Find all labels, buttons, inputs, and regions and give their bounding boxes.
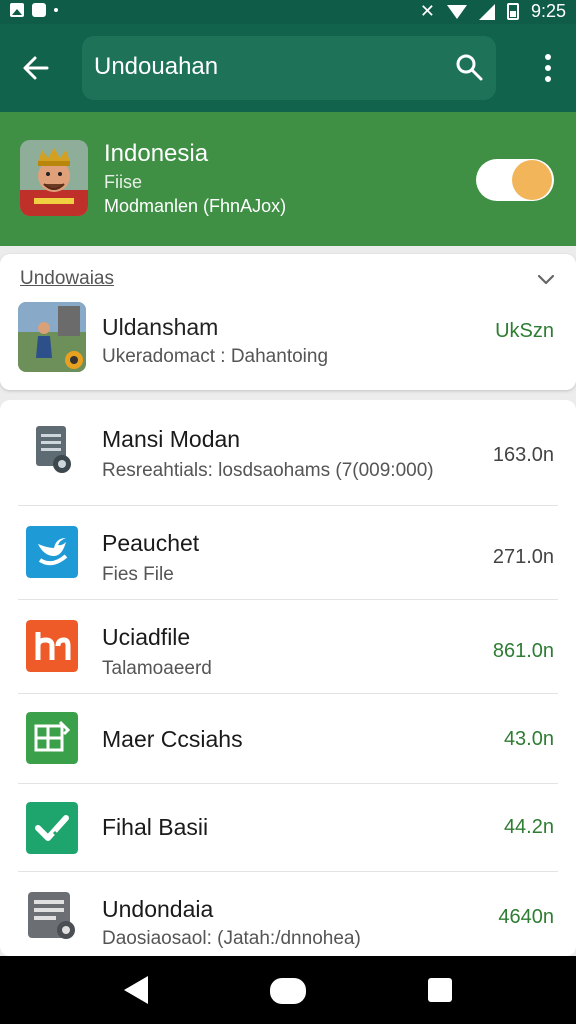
- file-name: Peauchet: [102, 530, 200, 556]
- nav-home-icon[interactable]: [270, 978, 306, 1004]
- letter-h-icon: [26, 620, 78, 672]
- banner-subtitle: Fiise: [104, 172, 143, 192]
- search-query: Undouahan: [94, 53, 219, 80]
- cell-signal-icon: [478, 3, 495, 20]
- list-item[interactable]: Maer Ccsiahs 43.0n: [0, 694, 576, 784]
- spreadsheet-icon: [26, 712, 78, 764]
- image-notification-icon: [10, 3, 24, 17]
- arrow-left-icon: [23, 56, 49, 80]
- section-item-thumbnail: [18, 302, 86, 372]
- banner-title: Indonesia: [104, 140, 209, 167]
- battery-icon: [506, 3, 519, 20]
- file-description: Talamoaeerd: [102, 658, 212, 679]
- clock: 9:25: [530, 1, 566, 21]
- section-card: Undowaias Uldansham Ukeradomact : Dahant…: [0, 254, 576, 390]
- document-icon: [36, 426, 71, 473]
- file-size: 163.0n: [492, 444, 554, 466]
- more-options-icon[interactable]: [536, 52, 560, 84]
- nav-back-icon[interactable]: [124, 976, 148, 1004]
- list-item[interactable]: Uciadfile Talamoaeerd 861.0n: [0, 600, 576, 694]
- list-item[interactable]: Fihal Basii 44.2n: [0, 784, 576, 872]
- twitter-bird-icon: [26, 526, 78, 578]
- file-size: 4640n: [498, 906, 554, 928]
- search-icon[interactable]: [454, 52, 484, 82]
- file-size: 44.2n: [503, 816, 554, 838]
- checkmark-icon: [26, 802, 78, 854]
- file-size: 861.0n: [492, 640, 554, 662]
- file-name: Undondaia: [102, 896, 214, 922]
- app-bar: Undouahan: [0, 24, 576, 112]
- file-name: Mansi Modan: [102, 426, 241, 452]
- cloud-notification-icon: [32, 3, 46, 17]
- file-size: 43.0n: [503, 728, 554, 750]
- file-name: Maer Ccsiahs: [102, 726, 243, 752]
- sync-toggle[interactable]: [476, 159, 554, 201]
- list-item[interactable]: Undondaia Daosiaosaol: (Jatah:/dnnohea) …: [0, 872, 576, 956]
- document-gear-icon: [28, 892, 75, 939]
- notification-icons: [10, 3, 58, 17]
- file-list: Mansi Modan Resreahtials: losdsaohams (7…: [0, 400, 576, 956]
- file-description: Resreahtials: losdsaohams (7(009:000): [102, 460, 434, 481]
- list-item[interactable]: Peauchet Fies File 271.0n: [0, 506, 576, 600]
- avatar: [20, 140, 88, 216]
- file-name: Fihal Basii: [102, 814, 209, 840]
- system-icons: ✕ 9:25: [420, 1, 566, 22]
- back-button[interactable]: [14, 46, 58, 90]
- wifi-icon: [446, 4, 467, 19]
- profile-banner[interactable]: Indonesia Fiise Modmanlen (FhnAJox): [0, 112, 576, 246]
- file-description: Daosiaosaol: (Jatah:/dnnohea): [102, 928, 361, 949]
- section-item-name[interactable]: Uldansham: [102, 314, 218, 341]
- status-bar: ✕ 9:25: [0, 0, 576, 24]
- section-item-description: Ukeradomact : Dahantoing: [102, 346, 329, 367]
- nfc-icon: ✕: [419, 1, 435, 21]
- list-item[interactable]: Mansi Modan Resreahtials: losdsaohams (7…: [0, 400, 576, 506]
- file-name: Uciadfile: [102, 624, 191, 650]
- file-description: Fies File: [102, 564, 174, 585]
- toggle-knob: [512, 160, 552, 200]
- nav-recents-icon[interactable]: [428, 978, 452, 1002]
- system-nav-bar: [0, 956, 576, 1024]
- search-field[interactable]: Undouahan: [82, 36, 496, 100]
- dot-notification-icon: [54, 8, 58, 12]
- banner-detail: Modmanlen (FhnAJox): [104, 196, 287, 216]
- section-title[interactable]: Undowaias: [20, 268, 114, 290]
- file-size: 271.0n: [492, 546, 554, 568]
- section-item-size: UkSzn: [495, 320, 554, 342]
- chevron-down-icon[interactable]: [536, 270, 556, 290]
